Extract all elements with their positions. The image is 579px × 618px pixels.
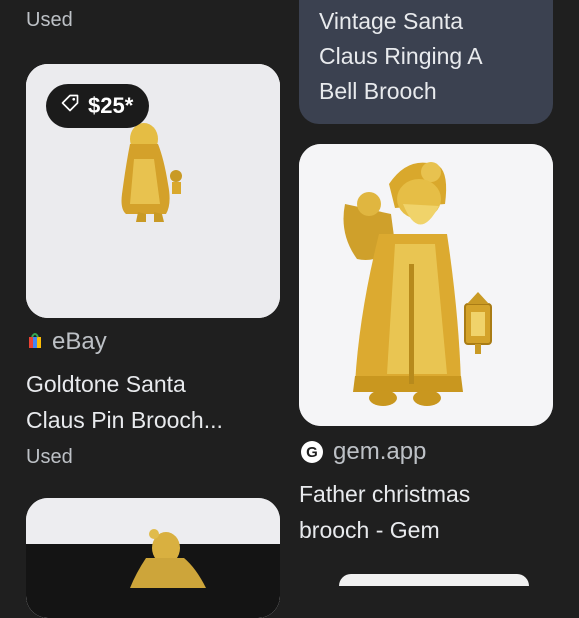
card-title-line: Claus Ringing A bbox=[319, 43, 483, 69]
santa-brooch-image bbox=[26, 498, 280, 618]
price-tag[interactable]: $25* bbox=[46, 84, 150, 128]
source-name: gem.app bbox=[333, 438, 427, 465]
next-card-edge bbox=[339, 574, 529, 586]
source-row-ebay[interactable]: eBay bbox=[28, 328, 107, 356]
shopping-bag-icon bbox=[28, 328, 42, 356]
product-title-line: brooch - Gem bbox=[299, 517, 440, 543]
product-title[interactable]: Goldtone Santa Claus Pin Brooch... bbox=[26, 366, 223, 438]
product-title-line: Goldtone Santa bbox=[26, 371, 186, 397]
condition-label: Used bbox=[26, 9, 73, 31]
card-title-line: Bell Brooch bbox=[319, 78, 437, 104]
product-title-line: Claus Pin Brooch... bbox=[26, 407, 223, 433]
condition-label: Used bbox=[26, 446, 73, 468]
product-image-goldtone-santa[interactable]: $25* bbox=[26, 64, 280, 318]
google-g-icon: G bbox=[301, 441, 323, 463]
source-row-gem[interactable]: G gem.app bbox=[301, 438, 426, 466]
source-name: eBay bbox=[52, 328, 107, 355]
santa-brooch-image bbox=[299, 144, 553, 426]
price-tag-icon bbox=[60, 93, 80, 119]
title-card-vintage-santa[interactable]: Vintage Santa Claus Ringing A Bell Brooc… bbox=[299, 0, 553, 124]
product-title-line: Father christmas bbox=[299, 481, 471, 507]
card-title-line: Vintage Santa bbox=[319, 8, 464, 34]
product-image-father-christmas[interactable] bbox=[299, 144, 553, 426]
price-value: $25* bbox=[88, 93, 134, 118]
product-image-next[interactable] bbox=[26, 498, 280, 618]
product-title[interactable]: Father christmas brooch - Gem bbox=[299, 476, 470, 548]
